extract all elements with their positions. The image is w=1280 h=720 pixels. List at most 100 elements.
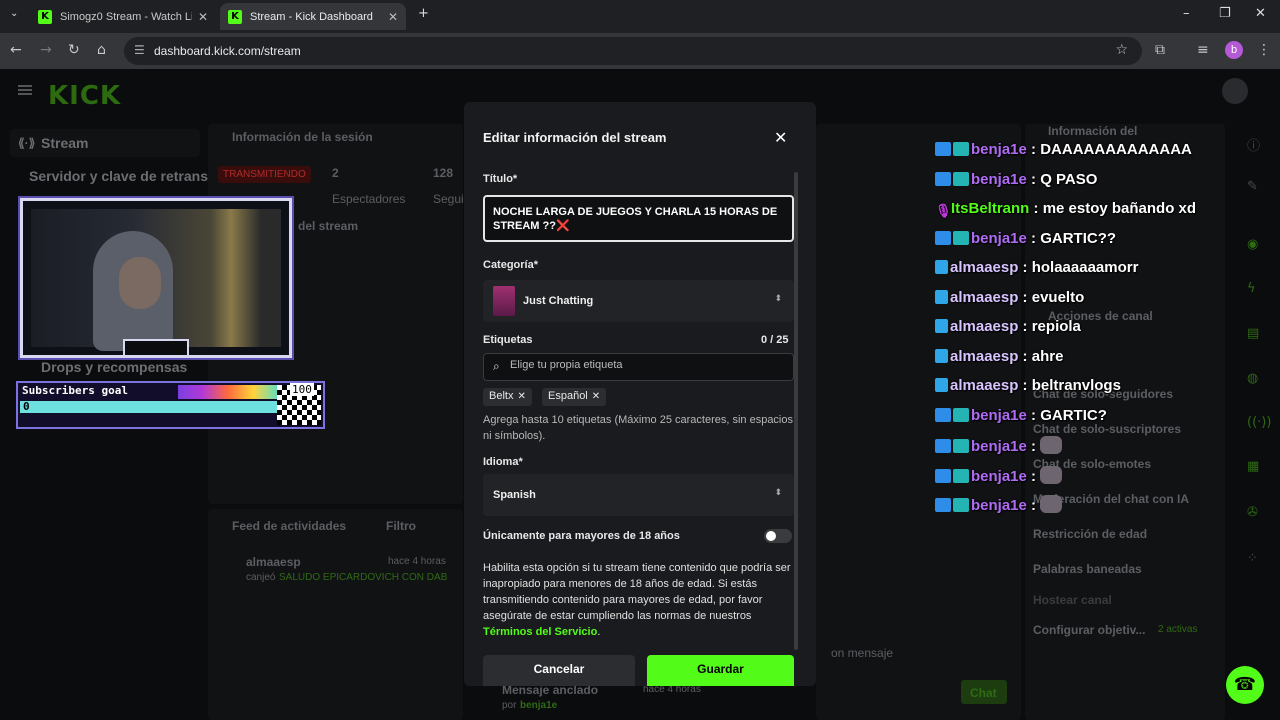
chat-username[interactable]: benja1e [971, 141, 1027, 158]
chat-text: : GARTIC? [1026, 406, 1107, 424]
chat-username[interactable]: benja1e [971, 497, 1027, 514]
chat-message: almaaesp : beltranvlogs [935, 377, 1121, 394]
feed-filter-button[interactable]: Filtro [386, 519, 416, 533]
banned-words[interactable]: Palabras baneadas [1033, 562, 1142, 576]
host-channel[interactable]: Hostear canal [1033, 593, 1112, 607]
chat-username[interactable]: benja1e [971, 438, 1027, 455]
edit-icon[interactable]: ✎ [1247, 179, 1258, 194]
nav-stream[interactable]: Stream [41, 135, 88, 151]
browser-menu-icon[interactable]: ⋮ [1257, 42, 1271, 58]
chat-text: : [1026, 467, 1041, 485]
nav-drops[interactable]: Drops y recompensas [41, 359, 187, 375]
chat-username[interactable]: almaaesp [950, 348, 1018, 365]
chat-message: benja1e : DAAAAAAAAAAAAA [935, 141, 1192, 158]
url-omnibox[interactable]: ☰ dashboard.kick.com/stream ☆ [124, 37, 1142, 65]
bolt-icon[interactable]: ϟ [1247, 281, 1256, 296]
cube-badge-icon [935, 378, 948, 392]
user-avatar[interactable] [1222, 78, 1248, 104]
notes-icon[interactable]: ▤ [1247, 326, 1259, 341]
category-select[interactable]: Just Chatting ⬍ [483, 280, 794, 322]
terms-of-service-link[interactable]: Términos del Servicio [483, 626, 597, 638]
back-icon[interactable]: ← [10, 42, 22, 58]
tags-input-field[interactable] [510, 359, 780, 371]
chat-message: benja1e : GARTIC?? [935, 230, 1116, 247]
remove-tag-icon[interactable]: ✕ [592, 391, 600, 402]
window-close-icon[interactable]: ✕ [1255, 6, 1266, 21]
url-text[interactable]: dashboard.kick.com/stream [154, 44, 301, 58]
chat-username[interactable]: benja1e [971, 230, 1027, 247]
chat-text: : repiola [1018, 318, 1081, 335]
info-icon[interactable]: ⓘ [1247, 135, 1260, 154]
chat-message: benja1e : [935, 495, 1063, 514]
close-tab-icon[interactable]: ✕ [388, 10, 398, 24]
modal-scrollbar[interactable] [794, 172, 798, 650]
broadcast-icon[interactable]: ((·)) [1247, 415, 1271, 430]
configure-goals[interactable]: Configurar objetiv... [1033, 623, 1145, 637]
chat-text: : beltranvlogs [1018, 377, 1121, 394]
reload-icon[interactable]: ↻ [68, 42, 80, 58]
bookmark-star-icon[interactable]: ☆ [1115, 42, 1128, 58]
stream-title-input[interactable]: NOCHE LARGA DE JUEGOS Y CHARLA 15 HORAS … [483, 195, 794, 242]
tab-title: Simogz0 Stream - Watch Live o [60, 10, 192, 23]
adult-only-toggle[interactable] [764, 529, 792, 543]
camera-icon[interactable]: ◉ [1247, 237, 1258, 252]
close-tab-icon[interactable]: ✕ [198, 10, 208, 24]
wrench-icon[interactable]: ✇ [1247, 505, 1258, 520]
apps-icon[interactable]: ⁘ [1247, 551, 1258, 566]
session-header: Información de la sesión [232, 130, 373, 144]
tags-help-text: Agrega hasta 10 etiquetas (Máximo 25 car… [483, 414, 793, 442]
remove-tag-icon[interactable]: ✕ [517, 391, 525, 402]
chat-username[interactable]: almaaesp [950, 318, 1018, 335]
media-icon[interactable]: ≡ [1197, 42, 1209, 58]
subs-only-chat[interactable]: Chat de solo-suscriptores [1033, 422, 1181, 436]
chat-username[interactable]: benja1e [971, 407, 1027, 424]
support-button[interactable]: ☎ [1226, 666, 1264, 704]
hamburger-menu-icon[interactable] [18, 85, 32, 95]
age-restriction[interactable]: Restricción de edad [1033, 527, 1147, 541]
chat-message: almaaesp : holaaaaaamorr [935, 259, 1138, 276]
chat-message: benja1e : [935, 465, 1063, 485]
kick-logo[interactable]: KICK [48, 81, 121, 111]
save-button[interactable]: Guardar [647, 655, 794, 686]
tag-chip-beltx[interactable]: Beltx ✕ [483, 388, 532, 406]
feed-time: hace 4 horas [388, 556, 446, 567]
chat-username[interactable]: benja1e [971, 468, 1027, 485]
chat-username[interactable]: almaaesp [950, 377, 1018, 394]
kick-favicon-icon: K [38, 9, 52, 24]
extensions-icon[interactable]: ⧉ [1155, 42, 1165, 58]
sub-goal-label: Subscribers goal [22, 384, 128, 397]
profile-avatar[interactable]: b [1225, 41, 1243, 59]
site-info-icon[interactable]: ☰ [134, 43, 145, 57]
adult-help-text: Habilita esta opción si tu stream tiene … [483, 560, 793, 640]
nav-server-keys[interactable]: Servidor y clave de retransmi [29, 168, 224, 184]
home-icon[interactable]: ⌂ [97, 42, 106, 58]
tags-counter: 0 / 25 [761, 334, 789, 346]
layout-icon[interactable]: ▦ [1247, 459, 1259, 474]
chat-send-button[interactable]: Chat [970, 686, 997, 700]
chat-bubble-icon[interactable]: ◍ [1247, 371, 1258, 386]
chat-username[interactable]: ItsBeltrann [951, 200, 1029, 217]
chat-input-placeholder[interactable]: on mensaje [831, 646, 893, 660]
chat-username[interactable]: almaaesp [950, 289, 1018, 306]
tab-simogz0[interactable]: K Simogz0 Stream - Watch Live o ✕ [30, 3, 216, 30]
minimize-icon[interactable]: – [1183, 6, 1190, 21]
close-icon[interactable]: ✕ [774, 128, 787, 147]
chat-username[interactable]: benja1e [971, 171, 1027, 188]
tags-input[interactable]: ⌕ [483, 353, 794, 381]
edit-stream-info-modal: Editar información del stream ✕ Título* … [464, 102, 816, 686]
forward-icon[interactable]: → [40, 42, 52, 58]
language-select[interactable]: Spanish ⬍ [483, 474, 794, 516]
maximize-icon[interactable]: ❐ [1219, 6, 1231, 21]
chat-message: benja1e : [935, 436, 1063, 455]
feed-username: almaaesp [246, 555, 301, 569]
activity-feed-header: Feed de actividades [232, 519, 347, 533]
tag-chip-espanol[interactable]: Español ✕ [542, 388, 607, 406]
new-tab-icon[interactable]: + [418, 6, 429, 21]
tab-kick-dashboard[interactable]: K Stream - Kick Dashboard ✕ [220, 3, 406, 30]
goals-badge: 2 activas [1158, 624, 1198, 635]
chat-username[interactable]: almaaesp [950, 259, 1018, 276]
address-bar: ← → ↻ ⌂ ☰ dashboard.kick.com/stream ☆ ⧉ … [0, 33, 1280, 69]
tab-search-icon[interactable]: ⌄ [10, 8, 18, 19]
cancel-button[interactable]: Cancelar [483, 655, 635, 686]
teal-badge-icon [953, 498, 969, 512]
